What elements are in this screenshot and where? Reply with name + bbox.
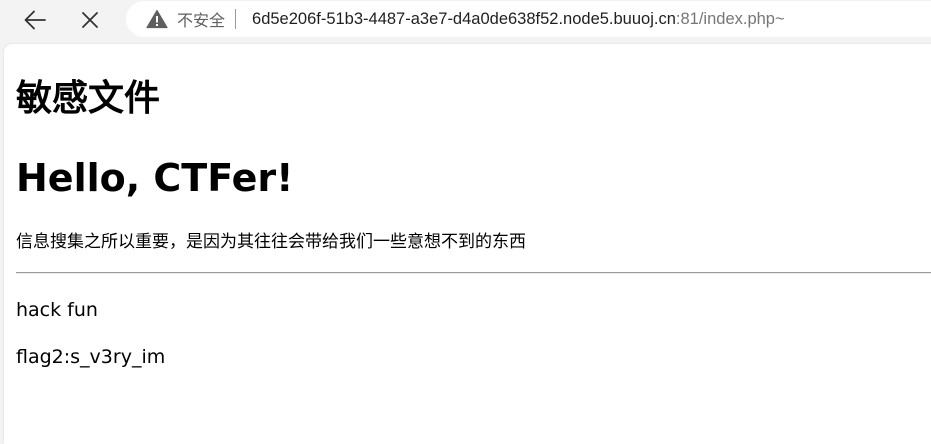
page-title: 敏感文件 [16, 78, 161, 119]
address-bar[interactable]: 不安全 6d5e206f-51b3-4487-a3e7-d4a0de638f52… [126, 1, 931, 37]
greeting-heading: Hello, CTFer! [16, 156, 294, 200]
stop-loading-button[interactable] [74, 4, 106, 36]
page-content: 敏感文件 Hello, CTFer! 信息搜集之所以重要，是因为其往往会带给我们… [4, 44, 931, 444]
url-host[interactable]: 6d5e206f-51b3-4487-a3e7-d4a0de638f52.nod… [252, 10, 676, 29]
flag-text: flag2:s_v3ry_im [16, 346, 166, 368]
url-divider [235, 9, 237, 29]
security-status-label[interactable]: 不安全 [177, 7, 225, 31]
warning-icon[interactable] [146, 9, 168, 29]
arrow-left-icon [24, 10, 46, 30]
close-icon [82, 12, 98, 28]
horizontal-rule [16, 272, 931, 274]
hack-text: hack fun [16, 299, 98, 321]
back-button[interactable] [19, 4, 51, 36]
info-paragraph: 信息搜集之所以重要，是因为其往往会带给我们一些意想不到的东西 [16, 232, 526, 252]
url-path[interactable]: :81/index.php~ [676, 10, 785, 29]
browser-toolbar: 不安全 6d5e206f-51b3-4487-a3e7-d4a0de638f52… [0, 0, 931, 40]
